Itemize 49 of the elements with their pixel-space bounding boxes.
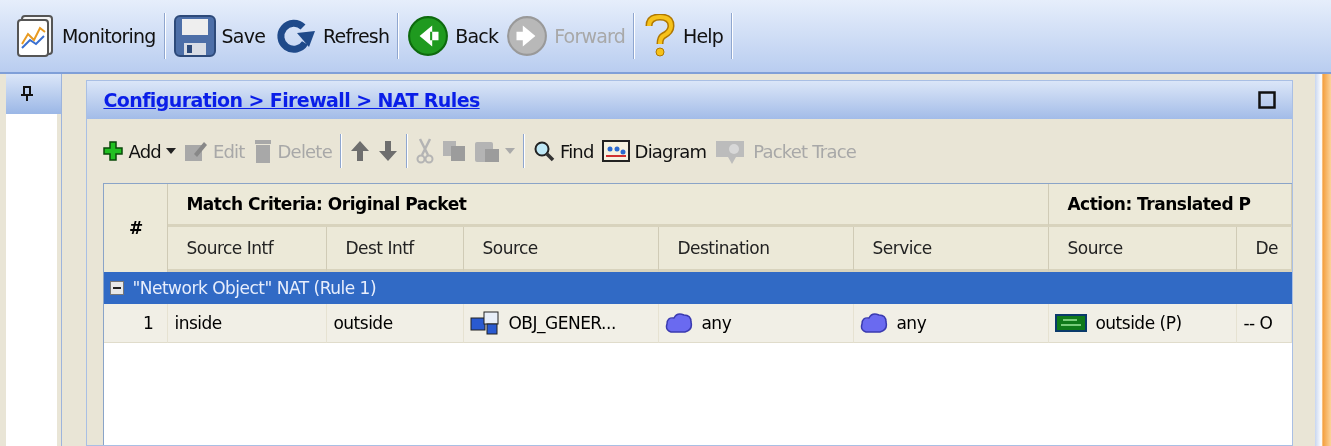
maximize-icon[interactable]	[1258, 91, 1277, 109]
column-header: Service	[854, 227, 1050, 272]
rule-group-row[interactable]: "Network Object" NAT (Rule 1)	[104, 272, 1293, 304]
column-header: Source Intf	[168, 227, 328, 272]
row-number: 1	[104, 304, 169, 343]
table-cell: -- O	[1237, 304, 1293, 343]
table-cell: OBJ_GENER...	[508, 313, 616, 333]
column-header: Source	[464, 227, 660, 272]
column-header: De	[1237, 227, 1293, 272]
help-button[interactable]: Help	[638, 8, 728, 64]
collapse-icon[interactable]	[110, 281, 125, 295]
interface-icon	[1055, 313, 1088, 333]
table-cell: any	[701, 313, 732, 333]
down-arrow-icon	[377, 140, 398, 162]
diagram-icon	[601, 140, 630, 162]
trash-icon	[252, 138, 273, 164]
table-cell: outside (P)	[1095, 313, 1182, 333]
back-button[interactable]: Back	[403, 8, 503, 64]
pin-icon[interactable]	[20, 86, 34, 102]
plus-icon	[103, 141, 124, 161]
clipboard-icon	[473, 139, 500, 163]
cloud-icon	[665, 312, 694, 334]
column-group-header: Match Criteria: Original Packet	[168, 184, 1050, 227]
add-button[interactable]: Add	[99, 140, 180, 162]
caret-icon	[504, 148, 515, 154]
diagram-button[interactable]: Diagram	[597, 140, 711, 162]
up-arrow-icon	[349, 140, 370, 162]
column-header: Source	[1049, 227, 1238, 272]
pencil-note-icon	[183, 140, 208, 162]
monitoring-button[interactable]: Monitoring	[12, 8, 160, 64]
cloud-icon	[860, 312, 889, 334]
column-header: Dest Intf	[327, 227, 465, 272]
table-cell: outside	[327, 304, 465, 343]
network-object-icon	[470, 310, 501, 336]
refresh-button[interactable]: Refresh	[269, 8, 394, 64]
save-button[interactable]: Save	[169, 8, 270, 64]
magnifier-icon	[532, 140, 555, 162]
column-group-header: Action: Translated P	[1049, 184, 1293, 227]
scissors-icon	[415, 138, 434, 164]
column-header: Destination	[659, 227, 855, 272]
table-cell: any	[896, 313, 927, 333]
find-button[interactable]: Find	[528, 140, 598, 162]
chart-icon	[16, 14, 56, 58]
copy-icon	[441, 140, 466, 162]
table-cell: inside	[168, 304, 328, 343]
breadcrumb-link[interactable]: Configuration > Firewall > NAT Rules	[103, 89, 480, 111]
rule-group-label: "Network Object" NAT (Rule 1)	[132, 278, 377, 298]
caret-icon	[165, 148, 176, 154]
column-header: #	[104, 184, 169, 272]
